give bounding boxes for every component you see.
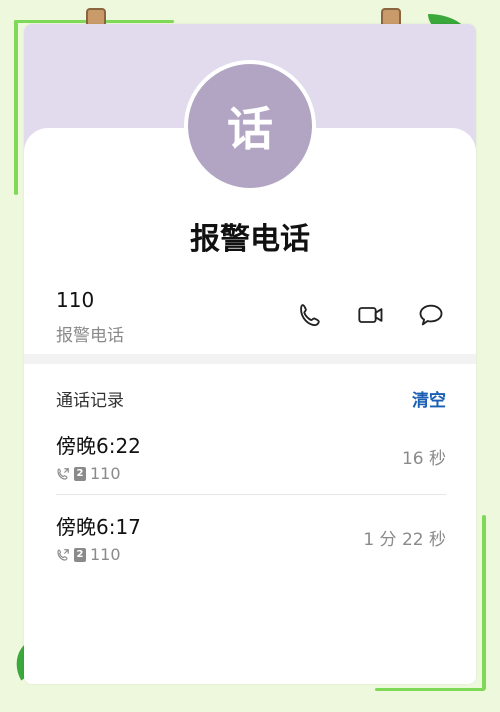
sim-card-badge: 2 <box>74 547 86 562</box>
call-record-time: 傍晚6:17 <box>56 515 141 539</box>
outgoing-call-icon <box>57 467 69 480</box>
video-call-button[interactable] <box>356 300 386 330</box>
avatar: 话 <box>184 60 316 192</box>
avatar-character: 话 <box>227 102 273 156</box>
contact-card: 话 报警电话 110 报警电话 通话记录 清空 傍晚6:22 2 110 16 … <box>24 24 476 684</box>
frame-bottom-line <box>375 688 485 691</box>
sim-card-badge: 2 <box>74 466 86 481</box>
call-records-title: 通话记录 <box>56 391 124 411</box>
message-icon <box>419 304 443 326</box>
contact-number-label: 报警电话 <box>56 326 124 346</box>
message-button[interactable] <box>416 300 446 330</box>
call-record-number: 110 <box>90 545 121 564</box>
row-divider <box>56 494 446 495</box>
video-icon <box>358 307 383 323</box>
contact-number[interactable]: 110 <box>56 288 94 312</box>
call-record-meta: 2 110 <box>56 464 121 483</box>
call-record-number: 110 <box>90 464 121 483</box>
call-record-row[interactable]: 傍晚6:17 2 110 1 分 22 秒 <box>56 511 446 581</box>
clear-records-button[interactable]: 清空 <box>412 386 446 411</box>
call-record-meta: 2 110 <box>56 545 121 564</box>
call-record-time: 傍晚6:22 <box>56 434 141 458</box>
contact-name: 报警电话 <box>190 222 310 257</box>
frame-left-line <box>14 20 18 195</box>
call-button[interactable] <box>296 300 326 330</box>
call-record-duration: 16 秒 <box>401 449 446 469</box>
outgoing-call-icon <box>57 548 69 561</box>
call-record-row[interactable]: 傍晚6:22 2 110 16 秒 <box>56 430 446 500</box>
frame-right-line <box>482 515 486 690</box>
section-divider <box>24 354 476 364</box>
call-record-duration: 1 分 22 秒 <box>363 530 446 550</box>
phone-icon <box>300 304 320 327</box>
